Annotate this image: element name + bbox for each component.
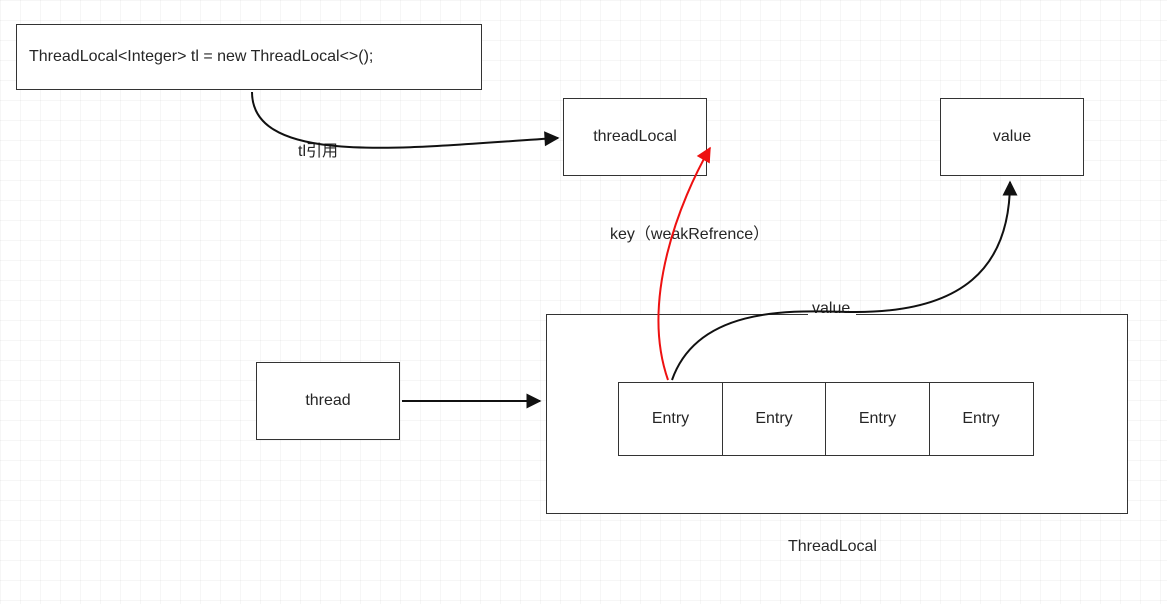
tl-reference-label-text: tl引用	[298, 143, 338, 160]
entry-cell: Entry	[618, 382, 723, 456]
value-object-box: value	[940, 98, 1084, 176]
entry-cell: Entry	[722, 382, 827, 456]
entry-cell-label: Entry	[755, 410, 792, 428]
entry-cell-label: Entry	[962, 410, 999, 428]
threadlocalmap-caption-text: ThreadLocal	[788, 538, 877, 555]
code-declaration-text: ThreadLocal<Integer> tl = new ThreadLoca…	[29, 48, 373, 66]
entry-cell-label: Entry	[652, 410, 689, 428]
edge-value-part2	[856, 182, 1010, 312]
key-weakref-label: key（weakRefrence）	[610, 220, 769, 244]
threadlocal-object-label: threadLocal	[593, 128, 677, 146]
thread-box-label: thread	[305, 392, 350, 410]
threadlocal-object-box: threadLocal	[563, 98, 707, 176]
thread-box: thread	[256, 362, 400, 440]
entry-cell: Entry	[929, 382, 1034, 456]
value-edge-label: value	[812, 300, 850, 318]
key-weakref-label-text: key（weakRefrence）	[610, 226, 769, 243]
threadlocalmap-caption: ThreadLocal	[788, 538, 877, 556]
tl-reference-label: tl引用	[298, 137, 338, 161]
value-object-label: value	[993, 128, 1031, 146]
entry-cell-label: Entry	[859, 410, 896, 428]
entry-cell: Entry	[825, 382, 930, 456]
entry-array: Entry Entry Entry Entry	[618, 382, 1034, 456]
value-edge-label-text: value	[812, 300, 850, 317]
code-declaration-box: ThreadLocal<Integer> tl = new ThreadLoca…	[16, 24, 482, 90]
